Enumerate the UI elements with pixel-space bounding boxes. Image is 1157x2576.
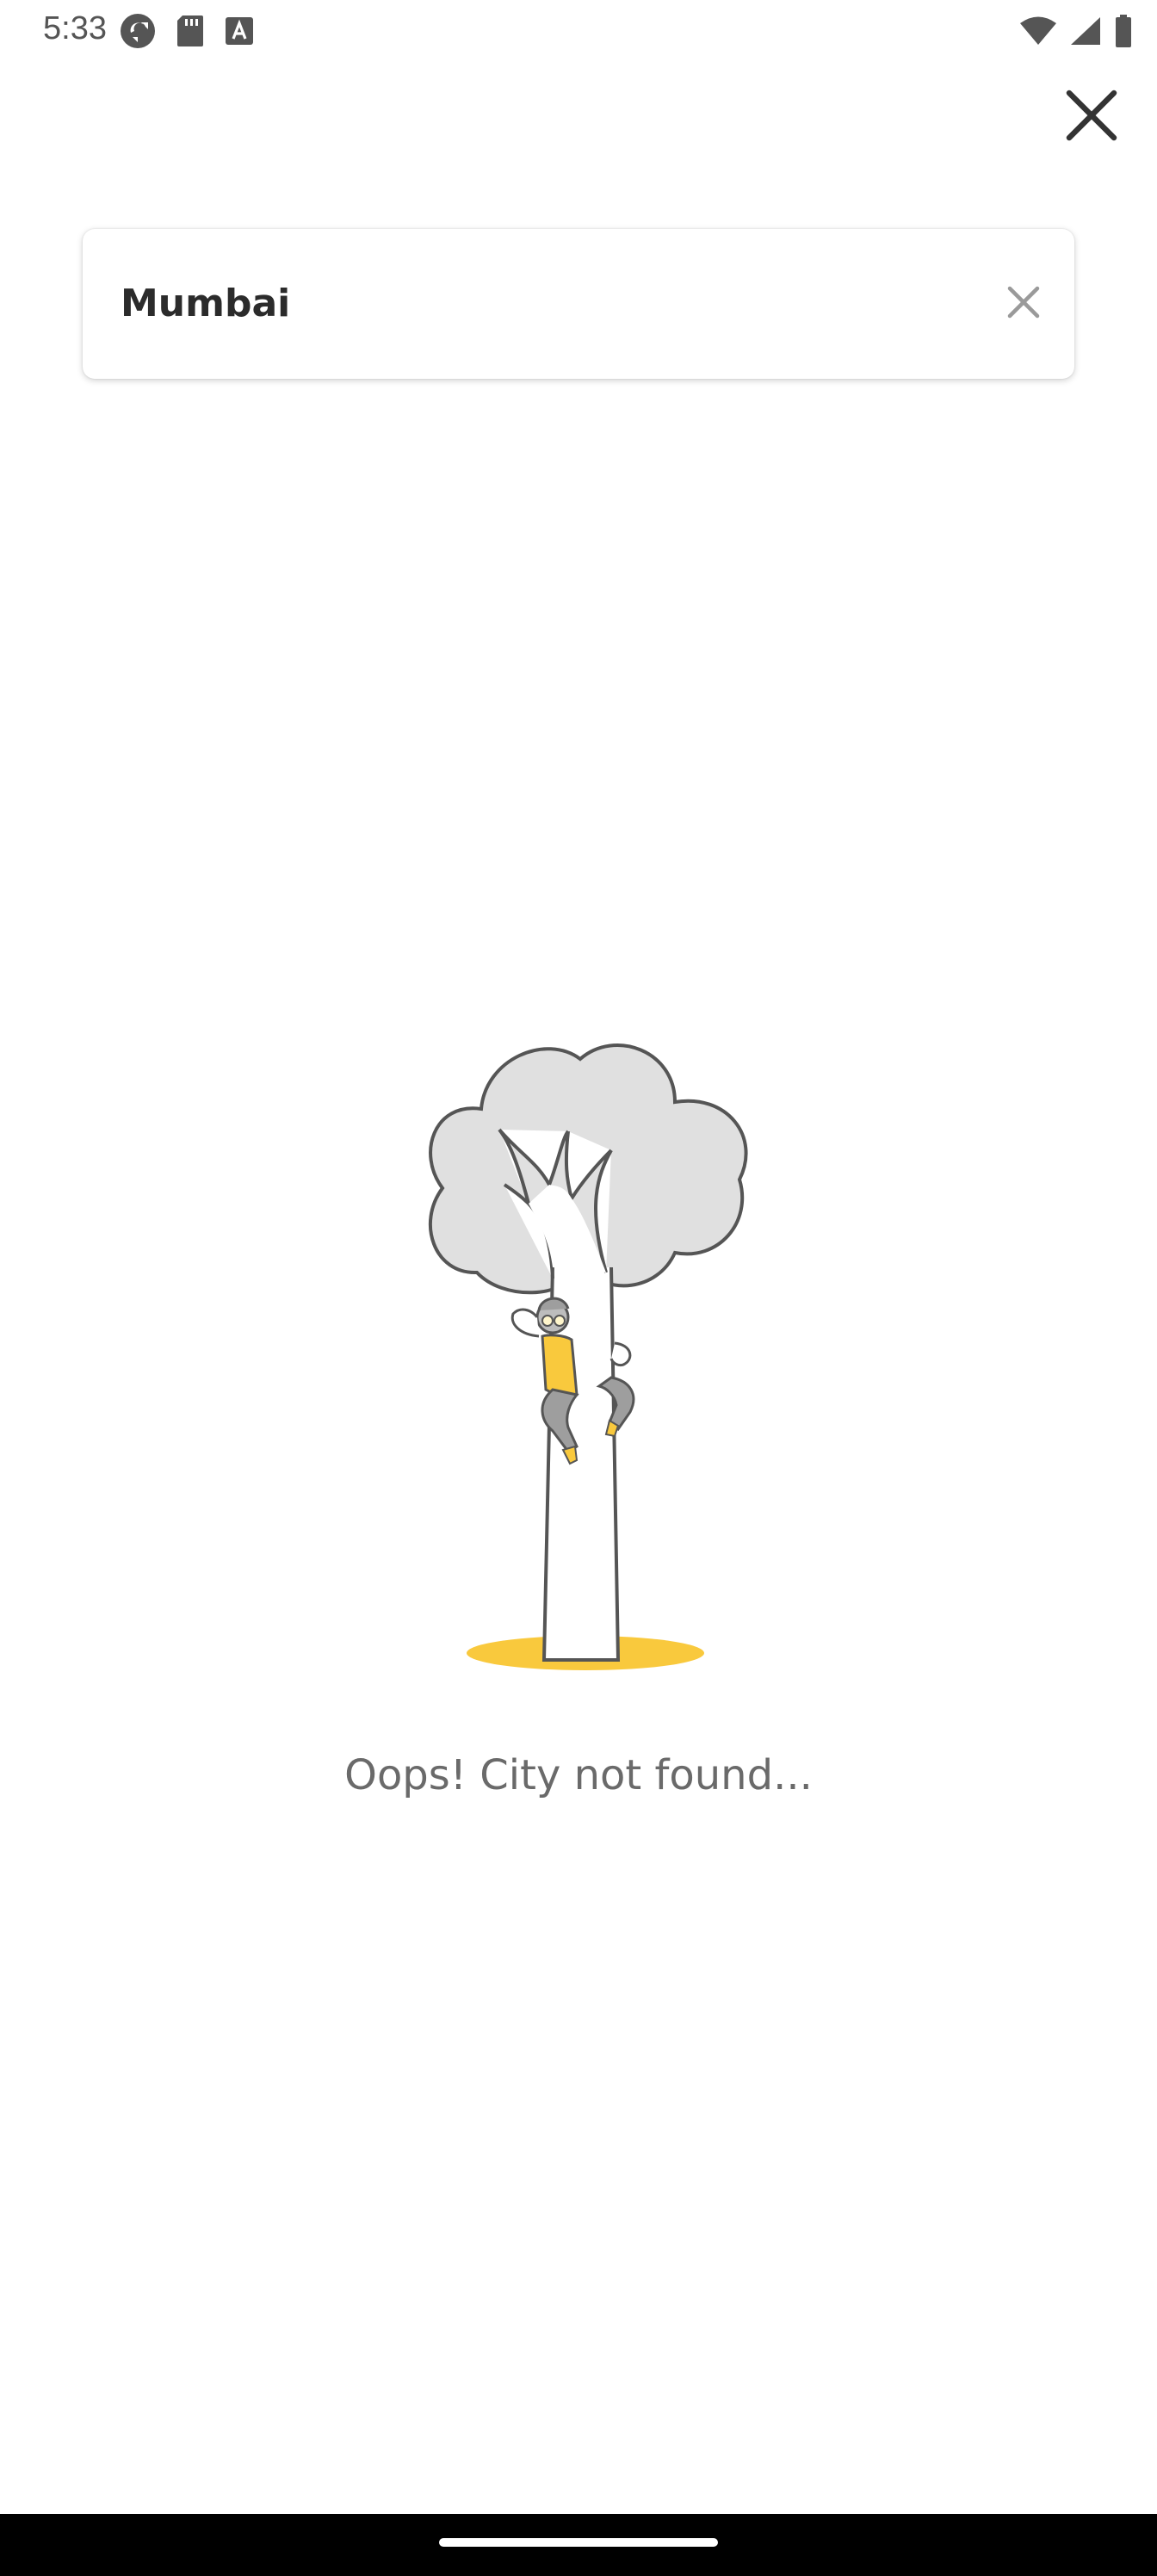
home-indicator[interactable] (439, 2538, 718, 2547)
wifi-icon (1019, 15, 1057, 51)
sd-card-icon (176, 14, 205, 53)
keyboard-a-icon (224, 15, 255, 51)
close-button[interactable] (1057, 83, 1126, 152)
status-bar: 5:33 (0, 0, 1157, 62)
status-left-icons (119, 12, 255, 54)
city-not-found-message: Oops! City not found... (344, 1751, 813, 1799)
battery-icon (1114, 14, 1133, 53)
cell-signal-icon (1069, 15, 1102, 51)
city-search-box (83, 229, 1074, 379)
system-navigation-bar (0, 2514, 1157, 2576)
close-icon (1064, 88, 1119, 147)
clear-icon (1006, 285, 1041, 324)
clear-search-button[interactable] (995, 276, 1052, 332)
person-climbing-tree-illustration (399, 1033, 761, 1679)
city-search-input[interactable] (121, 229, 947, 379)
status-right-icons (1019, 14, 1133, 53)
status-time: 5:33 (43, 10, 107, 46)
sync-icon (119, 12, 157, 54)
city-search-screen: 5:33 Mumbai Oops! City not found... (0, 0, 1157, 2576)
